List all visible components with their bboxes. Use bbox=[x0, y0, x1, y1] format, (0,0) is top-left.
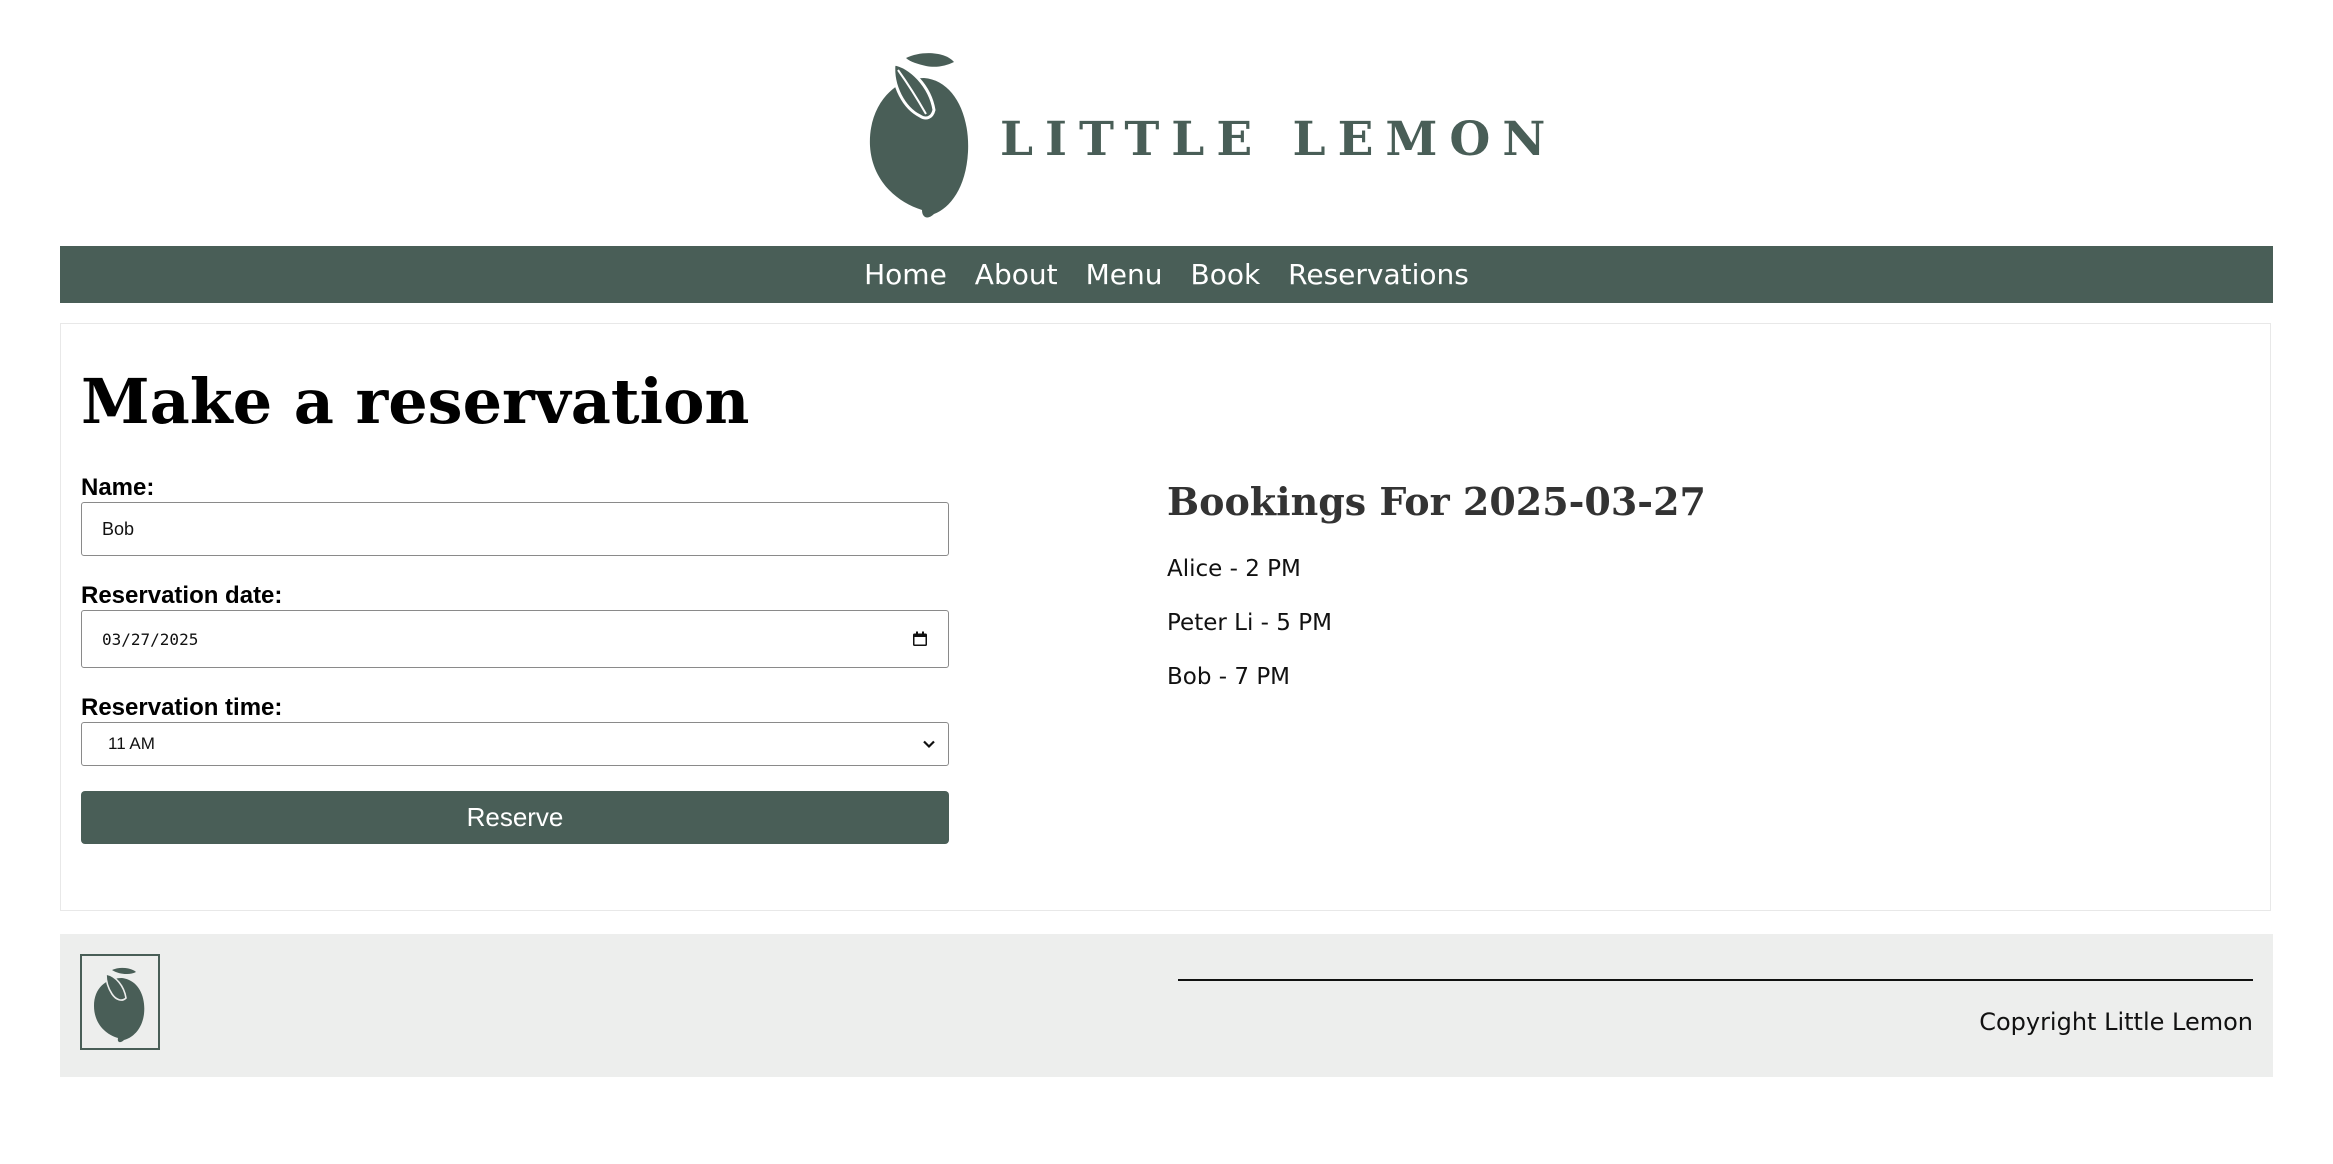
page: LITTLE LEMON Home About Menu Book Reserv… bbox=[0, 0, 2333, 1164]
chevron-down-icon bbox=[923, 740, 935, 749]
footer-divider bbox=[1178, 979, 2253, 981]
name-label: Name: bbox=[81, 474, 155, 501]
site-header: LITTLE LEMON bbox=[0, 0, 2333, 246]
copyright-text: Copyright Little Lemon bbox=[1979, 1008, 2253, 1036]
page-title: Make a reservation bbox=[81, 365, 750, 438]
time-label: Reservation time: bbox=[81, 694, 283, 721]
time-value: 11 AM bbox=[108, 734, 155, 753]
reserve-button[interactable]: Reserve bbox=[81, 791, 949, 844]
list-item: Bob - 7 PM bbox=[1167, 664, 1291, 690]
booking-list: Alice - 2 PM Peter Li - 5 PM Bob - 7 PM bbox=[1167, 554, 1967, 716]
lemon-icon bbox=[94, 967, 145, 1043]
nav-item-about[interactable]: About bbox=[975, 246, 1058, 303]
footer-logo bbox=[80, 954, 160, 1050]
site-footer: Copyright Little Lemon bbox=[60, 934, 2273, 1077]
reservation-date-field[interactable]: 03/27/2025 bbox=[81, 610, 949, 668]
reservation-form: Name: Reservation date: 03/27/2025 Reser… bbox=[81, 474, 949, 844]
lemon-icon bbox=[869, 53, 969, 218]
reservation-card: Make a reservation Name: Reservation dat… bbox=[60, 323, 2271, 911]
date-value: 03/27/2025 bbox=[102, 629, 199, 649]
bookings-panel: Bookings For 2025-03-27 Alice - 2 PM Pet… bbox=[1167, 474, 1967, 716]
name-field[interactable] bbox=[81, 502, 949, 556]
reservation-time-select[interactable]: 11 AM bbox=[81, 722, 949, 766]
nav-item-home[interactable]: Home bbox=[864, 246, 947, 303]
nav-item-menu[interactable]: Menu bbox=[1086, 246, 1163, 303]
brand-name: LITTLE LEMON bbox=[1000, 112, 1558, 167]
main-nav: Home About Menu Book Reservations bbox=[60, 246, 2273, 303]
nav-item-reservations[interactable]: Reservations bbox=[1288, 246, 1469, 303]
date-label: Reservation date: bbox=[81, 582, 283, 609]
list-item: Alice - 2 PM bbox=[1167, 556, 1301, 582]
nav-item-book[interactable]: Book bbox=[1190, 246, 1260, 303]
calendar-icon[interactable] bbox=[912, 631, 928, 647]
bookings-title: Bookings For 2025-03-27 bbox=[1167, 479, 1706, 524]
list-item: Peter Li - 5 PM bbox=[1167, 610, 1332, 636]
